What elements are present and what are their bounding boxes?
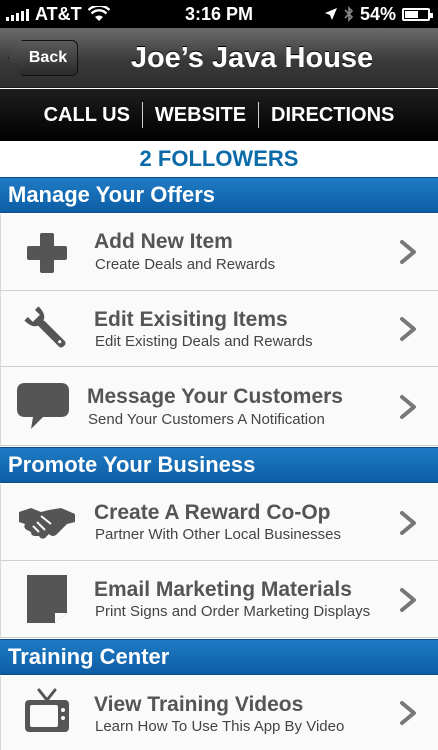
row-subtitle: Send Your Customers A Notification <box>88 411 325 428</box>
chevron-right-icon <box>400 317 416 341</box>
section-header-promote: Promote Your Business <box>0 447 438 483</box>
list-item-create-reward-co-op[interactable]: Create A Reward Co-Op Partner With Other… <box>0 484 438 561</box>
row-subtitle: Create Deals and Rewards <box>95 256 276 273</box>
row-title: Create A Reward Co-Op <box>94 501 331 524</box>
followers-count: 2 FOLLOWERS <box>139 146 299 171</box>
status-left: AT&T <box>6 4 110 25</box>
list-item-edit-existing-items[interactable]: Edit Exisiting Items Edit Existing Deals… <box>0 291 438 367</box>
row-title: Add New Item <box>94 230 233 253</box>
list-item-view-training-videos[interactable]: View Training Videos Learn How To Use Th… <box>0 676 438 750</box>
list-item-message-your-customers[interactable]: Message Your Customers Send Your Custome… <box>0 367 438 446</box>
row-subtitle: Partner With Other Local Businesses <box>95 526 341 543</box>
website-link[interactable]: WEBSITE <box>143 104 258 127</box>
status-bar: AT&T 3:16 PM 54% <box>0 0 438 28</box>
list-item-add-new-item[interactable]: Add New Item Create Deals and Rewards <box>0 214 438 291</box>
directions-link[interactable]: DIRECTIONS <box>259 104 406 127</box>
battery-label: 54% <box>359 3 396 24</box>
section-header-manage: Manage Your Offers <box>0 177 438 213</box>
carrier-label: AT&T <box>35 3 82 24</box>
nav-bar: Back Joe’s Java House <box>0 28 438 88</box>
chevron-right-icon <box>400 240 416 264</box>
row-title: View Training Videos <box>94 693 304 716</box>
row-subtitle: Learn How To Use This App By Video <box>95 718 345 735</box>
plus-icon <box>27 233 67 273</box>
section-header-training: Training Center <box>0 639 438 675</box>
chevron-right-icon <box>400 701 416 725</box>
chevron-right-icon <box>400 511 416 535</box>
action-bar: CALL US WEBSITE DIRECTIONS <box>0 89 438 141</box>
battery-icon <box>402 7 433 21</box>
signal-strength-icon <box>6 7 29 21</box>
divider <box>258 102 260 128</box>
wifi-icon <box>87 6 110 21</box>
row-title: Message Your Customers <box>87 385 343 408</box>
row-subtitle: Print Signs and Order Marketing Displays <box>95 603 371 620</box>
call-us-link[interactable]: CALL US <box>32 104 142 127</box>
status-right: 54% <box>324 3 433 25</box>
bluetooth-icon <box>344 6 354 22</box>
list-item-email-marketing-materials[interactable]: Email Marketing Materials Print Signs an… <box>0 561 438 638</box>
row-title: Email Marketing Materials <box>94 578 352 601</box>
row-title: Edit Exisiting Items <box>94 308 288 331</box>
chevron-right-icon <box>400 588 416 612</box>
handshake-icon <box>19 508 75 539</box>
document-icon <box>27 575 67 623</box>
wrench-icon <box>24 306 66 348</box>
back-button[interactable]: Back <box>8 40 78 76</box>
location-arrow-icon <box>324 8 337 20</box>
tv-icon <box>25 688 69 732</box>
page-title: Joe’s Java House <box>130 41 374 74</box>
divider <box>141 102 143 128</box>
speech-bubble-icon <box>17 383 69 429</box>
row-subtitle: Edit Existing Deals and Rewards <box>95 333 313 350</box>
chevron-right-icon <box>400 395 416 419</box>
